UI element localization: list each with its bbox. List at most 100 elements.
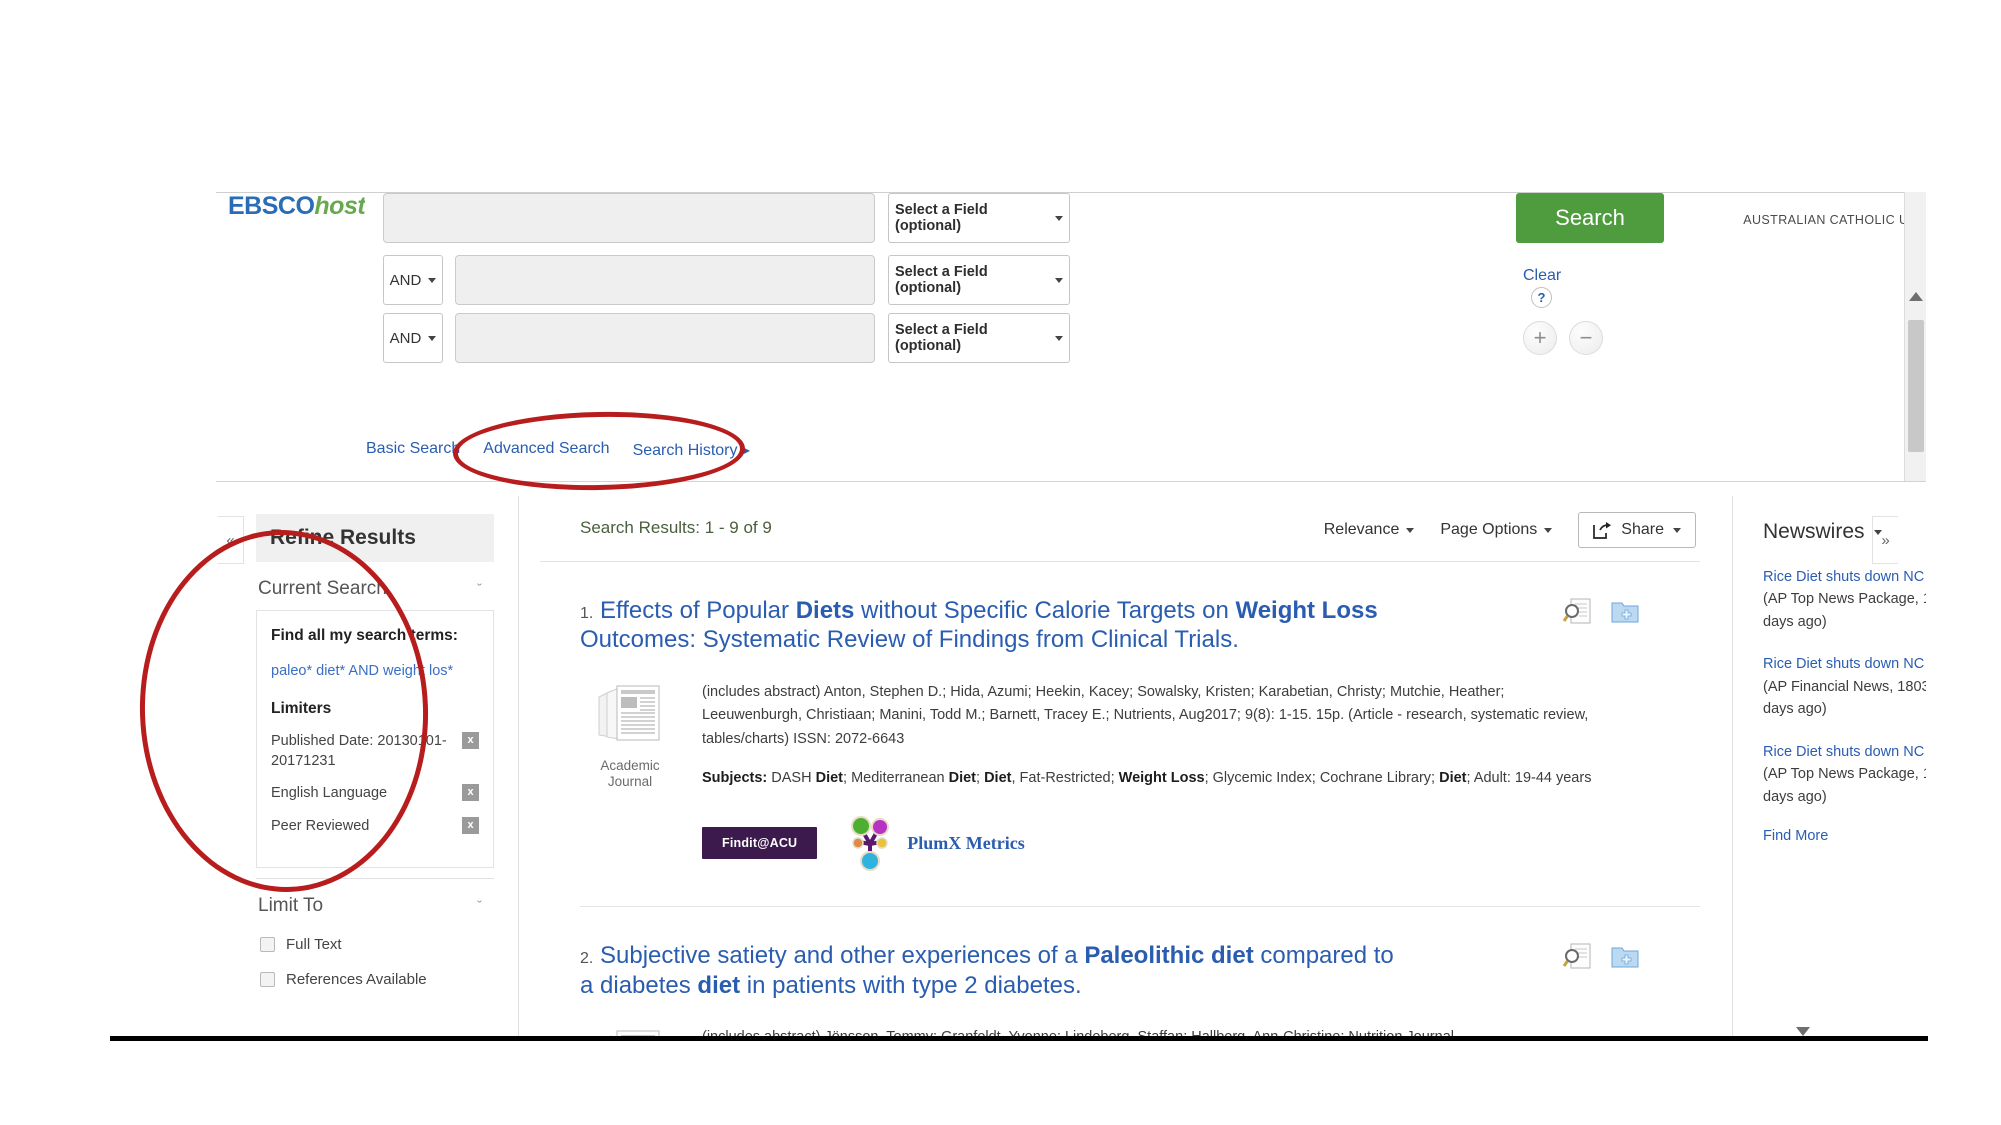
newswire-source: (AP Top News Package, 1803 days ago) [1763,591,1926,630]
nav-search-history[interactable]: Search History ▸ [633,440,750,460]
search-button[interactable]: Search [1516,193,1664,243]
field-select-2[interactable]: Select a Field (optional) [888,255,1070,305]
plumx-logo-icon [851,816,890,872]
result-item-1: 1. Effects of Popular Diets without Spec… [540,562,1700,908]
scrollbar-thumb[interactable] [1908,320,1924,452]
add-to-folder-icon[interactable] [1610,943,1640,971]
result-title-link[interactable]: 1. Effects of Popular Diets without Spec… [580,596,1410,655]
current-search-header[interactable]: Current Search ˇ [256,562,494,610]
share-label: Share [1621,521,1664,538]
preview-icon[interactable] [1562,598,1592,626]
source-type [580,1026,680,1036]
result-details: (includes abstract) Jönsson, Tommy; Gran… [702,1026,1458,1036]
field-select-3-label: Select a Field (optional) [895,322,988,354]
result-badges: Findit@ACU PlumX Metrics [702,814,1602,872]
field-select-1-label: Select a Field (optional) [895,202,988,234]
chevron-down-icon [1673,527,1681,533]
limiters-label: Limiters [271,699,332,717]
limiter-row: Published Date: 20130101-20171231 x [271,732,479,771]
limiter-label-peer-reviewed: Peer Reviewed [271,817,370,834]
plumx-metrics-link[interactable]: PlumX Metrics [847,814,1025,872]
subjects-label: Subjects: [702,769,768,786]
newswire-source: (AP Financial News, 1803 days ago) [1763,678,1926,718]
row-controls: + − [1523,321,1603,355]
limit-option-full-text[interactable]: Full Text [256,927,494,962]
collapse-sidebar-button[interactable]: « [218,516,244,564]
boolean-select-3[interactable]: AND [383,313,443,363]
result-title-link[interactable]: 2. Subjective satiety and other experien… [580,941,1410,1000]
findit-acu-button[interactable]: Findit@ACU [702,827,818,860]
limit-option-references-available[interactable]: References Available [256,962,494,997]
sidebar-divider [518,496,519,1036]
limiter-row: English Language x [271,784,479,804]
field-select-1[interactable]: Select a Field (optional) [888,193,1070,243]
limiter-label-english-language: English Language [271,785,388,802]
result-actions [1562,943,1640,971]
limit-to-header[interactable]: Limit To ˇ [256,879,494,927]
preview-icon[interactable] [1562,943,1592,971]
result-title-text: Effects of Popular Diets without Specifi… [580,597,1378,654]
form-scrollbar[interactable] [1904,192,1926,481]
result-number: 1. [580,605,594,622]
chevron-down-icon [1055,335,1063,341]
screenshot-root: AUSTRALIAN CATHOLIC UNIVERSITY Select a … [0,0,2001,1125]
nav-advanced-search[interactable]: Advanced Search [483,440,609,460]
checkbox-references-available[interactable] [260,972,275,988]
remove-row-button[interactable]: − [1569,321,1603,355]
newswires-label: Newswires [1763,520,1865,543]
ebscohost-logo[interactable]: EBSCOhost [228,192,365,214]
limiter-label-published-date: Published Date: 20130101-20171231 [271,733,447,769]
boolean-select-2-label: AND [389,271,422,289]
newswire-link[interactable]: Rice Diet shuts down NC h... [1763,569,1926,585]
share-button[interactable]: Share [1578,512,1696,548]
scroll-up-icon[interactable] [1909,292,1923,301]
add-to-folder-icon[interactable] [1610,598,1640,626]
subjects-text: DASH Diet; Mediterranean Diet; Diet, Fat… [767,769,1592,786]
newswire-item: Rice Diet shuts down NC h... (AP Top New… [1763,741,1926,808]
sort-dropdown[interactable]: Relevance [1324,521,1415,539]
form-divider [216,481,1926,482]
remove-limiter-icon[interactable]: x [462,816,479,834]
clear-button[interactable]: Clear [1523,267,1561,284]
page-options-dropdown[interactable]: Page Options [1440,521,1553,539]
refine-results-title: Refine Results [256,514,494,562]
result-actions [1562,598,1640,626]
search-input-1[interactable] [383,193,875,243]
field-select-2-label: Select a Field (optional) [895,264,988,296]
newswire-link[interactable]: Rice Diet shuts down NC h... [1763,656,1926,672]
checkbox-full-text[interactable] [260,937,275,953]
current-search-terms[interactable]: paleo* diet* AND weight los* [271,661,479,681]
help-icon[interactable]: ? [1531,287,1552,308]
newswire-link[interactable]: Rice Diet shuts down NC h... [1763,744,1926,760]
academic-journal-icon [609,1030,660,1036]
field-select-3[interactable]: Select a Field (optional) [888,313,1070,363]
add-row-button[interactable]: + [1523,321,1557,355]
result-subjects: Subjects: DASH Diet; Mediterranean Diet;… [702,767,1602,790]
result-body: (includes abstract) Jönsson, Tommy; Gran… [580,1026,1700,1036]
chevron-down-icon [1544,527,1553,533]
sort-label: Relevance [1323,521,1400,538]
page-bottom-rule [110,1036,1928,1041]
source-type-label: Academic Journal [600,757,660,790]
nav-basic-search[interactable]: Basic Search [366,440,460,460]
results-toolbar: Relevance Page Options Share [1324,512,1696,548]
newswire-source: (AP Top News Package, 1803 days ago) [1763,766,1926,805]
find-more-link[interactable]: Find More [1763,828,1926,844]
newswires-header[interactable]: Newswires [1763,520,1926,544]
chevron-down-icon [1055,277,1063,283]
boolean-select-2[interactable]: AND [383,255,443,305]
search-input-3[interactable] [455,313,875,363]
academic-journal-icon [598,685,660,741]
results-header: Search Results: 1 - 9 of 9 Relevance Pag… [540,494,1700,562]
chevron-down-icon [1873,529,1882,535]
chevron-down-icon [1406,527,1415,533]
result-citation: (includes abstract) Anton, Stephen D.; H… [702,683,1589,747]
logo-main: EBSCO [228,192,315,214]
remove-limiter-icon[interactable]: x [462,732,479,750]
refine-results-sidebar: Refine Results Current Search ˇ Find all… [256,514,494,997]
search-input-2[interactable] [455,255,875,305]
result-item-2: 2. Subjective satiety and other experien… [540,907,1700,1036]
remove-limiter-icon[interactable]: x [462,784,479,802]
current-search-box: Find all my search terms: paleo* diet* A… [256,610,494,869]
results-count: Search Results: 1 - 9 of 9 [580,518,772,537]
